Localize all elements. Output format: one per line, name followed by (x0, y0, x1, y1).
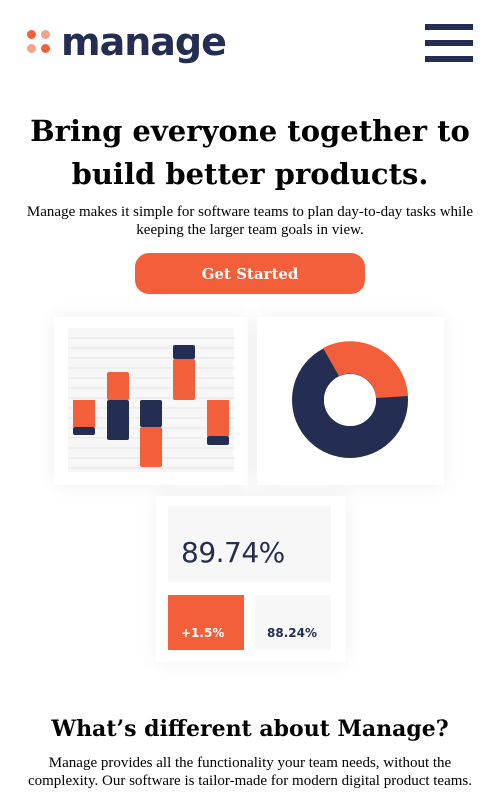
bar-1-navy (73, 427, 95, 435)
bar-2-navy (107, 400, 129, 440)
stat-up-box (168, 595, 244, 650)
donut-chart-illustration (290, 340, 410, 460)
stat-main-value: 89.74% (181, 536, 285, 569)
get-started-button[interactable]: Get Started (135, 253, 365, 294)
bar-3-navy (140, 400, 162, 427)
bar-4-navy (173, 345, 195, 359)
section-text: Manage provides all the functionality yo… (27, 755, 473, 789)
hero-subtitle: Manage makes it simple for software team… (26, 204, 474, 238)
hamburger-menu-icon[interactable] (425, 24, 473, 62)
bar-chart-svg (68, 337, 234, 469)
logo[interactable]: manage (27, 20, 227, 64)
four-dots-logo-icon (27, 30, 51, 54)
bar-2-orange (107, 372, 129, 400)
hero-title: Bring everyone together to build better … (30, 114, 470, 191)
bar-5-orange (207, 400, 229, 436)
bar-4-orange (173, 359, 195, 400)
stat-side-value: 88.24% (267, 626, 317, 640)
bar-chart-illustration (68, 328, 234, 472)
logo-text: manage (61, 20, 227, 64)
bar-5-navy (207, 436, 229, 445)
bar-1-orange (73, 400, 95, 427)
section-title: What’s different about Manage? (51, 716, 449, 742)
stat-side-box (255, 595, 331, 650)
donut-chart-svg (292, 341, 408, 458)
bar-3-orange (140, 427, 162, 467)
stat-up-value: +1.5% (181, 626, 225, 640)
